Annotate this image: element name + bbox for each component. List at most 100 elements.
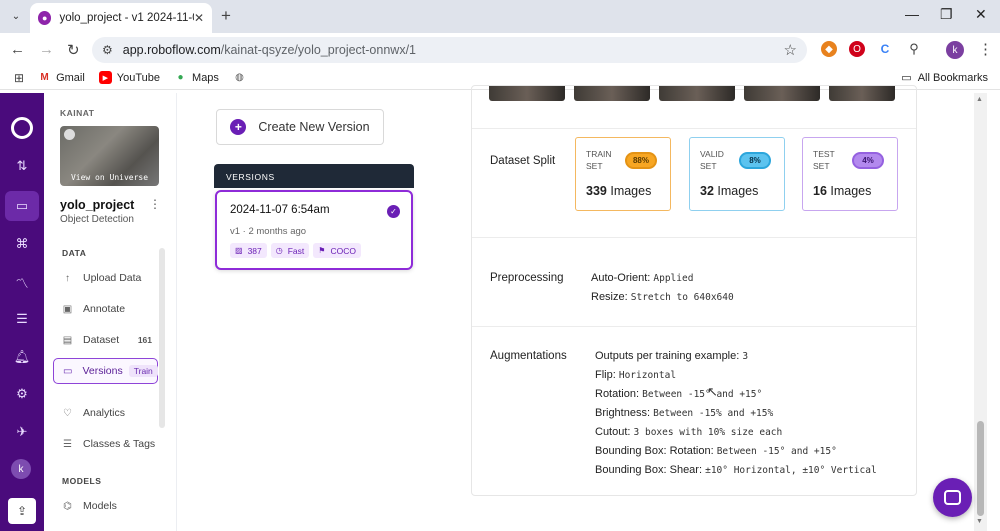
explore-icon[interactable]: ✈ xyxy=(13,423,31,441)
new-tab-icon[interactable]: + xyxy=(221,6,231,26)
bookmark-gmail[interactable]: M Gmail xyxy=(38,71,84,84)
plus-icon: + xyxy=(230,119,247,135)
sample-image[interactable] xyxy=(659,86,735,101)
sidebar-item-classes-tags[interactable]: ☰ Classes & Tags xyxy=(53,431,158,457)
dataset-icon: ▤ xyxy=(62,334,73,346)
augmentation-item: Brightness: Between -15% and +15% xyxy=(595,407,774,419)
minimize-icon[interactable]: — xyxy=(905,6,919,22)
upload-arrow-icon: ↑ xyxy=(65,272,70,284)
project-menu-icon[interactable]: ⋮ xyxy=(149,197,161,211)
dataset-split-label: Dataset Split xyxy=(490,155,556,167)
c-extension-icon[interactable]: C xyxy=(877,41,893,57)
versions-column: + Create New Version VERSIONS 2024-11-07… xyxy=(177,93,452,531)
metamask-extension-icon[interactable]: ◆ xyxy=(821,41,837,57)
split-name: TRAIN SET xyxy=(586,149,612,171)
projects-icon[interactable]: ▭ xyxy=(5,191,39,221)
profile-avatar[interactable]: k xyxy=(946,41,964,59)
versions-icon: ▭ xyxy=(63,365,73,377)
dataset-count: 161 xyxy=(137,335,152,345)
app-rail: ⇅ ▭ ⌘ 〽 ☰ 🔔︎ ⚙ ✈ k ⇪ xyxy=(0,93,44,531)
version-card[interactable]: 2024-11-07 6:54am ✓ v1 · 2 months ago ▨ 3… xyxy=(215,190,413,270)
sample-image[interactable] xyxy=(829,86,895,101)
browser-menu-icon[interactable]: ⋮ xyxy=(978,40,993,58)
window-close-icon[interactable]: ✕ xyxy=(975,6,987,23)
divider xyxy=(472,237,916,238)
opera-extension-icon[interactable]: O xyxy=(849,41,865,57)
split-count: 16 Images xyxy=(813,184,872,198)
sample-image[interactable] xyxy=(574,86,650,101)
browser-tab-strip: ⌄ ● yolo_project - v1 2024-11-07 6:54am … xyxy=(0,0,1000,33)
monitoring-icon[interactable]: 〽 xyxy=(13,273,31,291)
workflows-icon[interactable]: ⌘ xyxy=(13,235,31,253)
project-thumbnail[interactable]: View on Universe xyxy=(60,126,159,186)
sidebar-item-analytics[interactable]: ♡ Analytics xyxy=(53,400,158,426)
deployments-icon[interactable]: ☰ xyxy=(13,310,31,328)
split-percentage-badge: 4% xyxy=(852,152,884,169)
transfer-icon[interactable]: ⇅ xyxy=(13,157,31,175)
bookmark-maps[interactable]: ● Maps xyxy=(174,71,219,84)
divider xyxy=(472,128,916,129)
sample-image[interactable] xyxy=(489,86,565,101)
timer-icon: ◷ xyxy=(275,246,283,255)
train-badge: Train xyxy=(128,365,158,377)
training-speed-chip: ◷ Fast xyxy=(270,243,310,258)
sidebar-item-annotate[interactable]: ▣ Annotate xyxy=(53,296,158,322)
preprocessing-label: Preprocessing xyxy=(490,272,564,284)
augmentation-item: Flip: Horizontal xyxy=(595,369,677,381)
settings-icon[interactable]: ⚙ xyxy=(13,385,31,403)
reload-icon[interactable]: ↻ xyxy=(67,41,80,59)
tab-search-button[interactable]: ⌄ xyxy=(6,6,26,26)
sidebar-item-upload-data[interactable]: ↑ Upload Data xyxy=(53,265,158,291)
tab-title: yolo_project - v1 2024-11-07 6:54am xyxy=(59,12,193,24)
classes-icon: ☰ xyxy=(63,438,72,450)
page-scrollbar[interactable]: ▲ ▼ xyxy=(974,93,987,531)
sample-image[interactable] xyxy=(744,86,820,101)
youtube-icon: ▶ xyxy=(98,71,112,84)
analytics-icon: ♡ xyxy=(63,407,72,419)
restore-icon[interactable]: ❐ xyxy=(940,6,953,23)
details-panel: Dataset Split TRAIN SET 88% 339 Images V… xyxy=(471,85,917,496)
split-name: TEST SET xyxy=(813,149,835,171)
all-bookmarks[interactable]: ▭ All Bookmarks xyxy=(901,71,988,85)
annotate-icon: ▣ xyxy=(62,303,73,315)
data-section-heading: DATA xyxy=(62,248,87,258)
scroll-up-icon[interactable]: ▲ xyxy=(976,96,983,103)
address-bar-row: ← → ↻ ⚙ app.roboflow.com/kainat-qsyze/yo… xyxy=(0,33,1000,66)
sidebar-scrollbar[interactable] xyxy=(159,248,165,428)
split-name: VALID SET xyxy=(700,149,724,171)
sidebar-item-models[interactable]: ⌬ Models xyxy=(53,493,158,519)
maps-icon: ● xyxy=(177,72,184,83)
apps-grid-icon[interactable]: ⊞ xyxy=(14,71,24,85)
globe-icon: ◍ xyxy=(235,72,244,83)
bookmark-star-icon[interactable]: ☆ xyxy=(784,41,797,59)
versions-heading: VERSIONS xyxy=(214,164,414,188)
back-icon[interactable]: ← xyxy=(10,41,25,58)
image-icon: ▨ xyxy=(235,246,243,255)
support-chat-button[interactable] xyxy=(933,478,972,517)
bookmark-youtube[interactable]: ▶ YouTube xyxy=(98,71,160,84)
forward-icon[interactable]: → xyxy=(39,41,54,58)
models-section-heading: MODELS xyxy=(62,476,102,486)
notifications-icon[interactable]: 🔔︎ xyxy=(13,348,31,366)
augmentation-item: Outputs per training example: 3 xyxy=(595,350,749,362)
create-new-version-button[interactable]: + Create New Version xyxy=(216,109,384,145)
scrollbar-thumb[interactable] xyxy=(977,421,984,516)
browser-tab[interactable]: ● yolo_project - v1 2024-11-07 6:54am ✕ xyxy=(30,3,212,33)
roboflow-logo-icon[interactable] xyxy=(11,117,33,139)
sidebar-item-versions[interactable]: ▭ Versions Train xyxy=(53,358,158,384)
user-avatar[interactable]: k xyxy=(11,459,31,479)
project-name: yolo_project xyxy=(60,198,135,212)
scroll-down-icon[interactable]: ▼ xyxy=(976,518,983,525)
preprocessing-item: Resize: Stretch to 640x640 xyxy=(591,291,734,303)
url-field[interactable]: ⚙ app.roboflow.com/kainat-qsyze/yolo_pro… xyxy=(92,37,807,63)
augmentation-item: Bounding Box: Shear: ±10° Horizontal, ±1… xyxy=(595,464,877,476)
extensions-puzzle-icon[interactable]: ⚲ xyxy=(906,41,922,57)
valid-split-card: VALID SET 8% 32 Images xyxy=(689,137,785,211)
sidebar-item-dataset[interactable]: ▤ Dataset 161 xyxy=(53,327,158,353)
bookmark-globe[interactable]: ◍ xyxy=(233,71,251,84)
tab-close-icon[interactable]: ✕ xyxy=(194,11,204,25)
project-type: Object Detection xyxy=(60,214,134,225)
site-info-icon[interactable]: ⚙ xyxy=(102,43,113,57)
upload-icon[interactable]: ⇪ xyxy=(8,498,36,524)
test-split-card: TEST SET 4% 16 Images xyxy=(802,137,898,211)
